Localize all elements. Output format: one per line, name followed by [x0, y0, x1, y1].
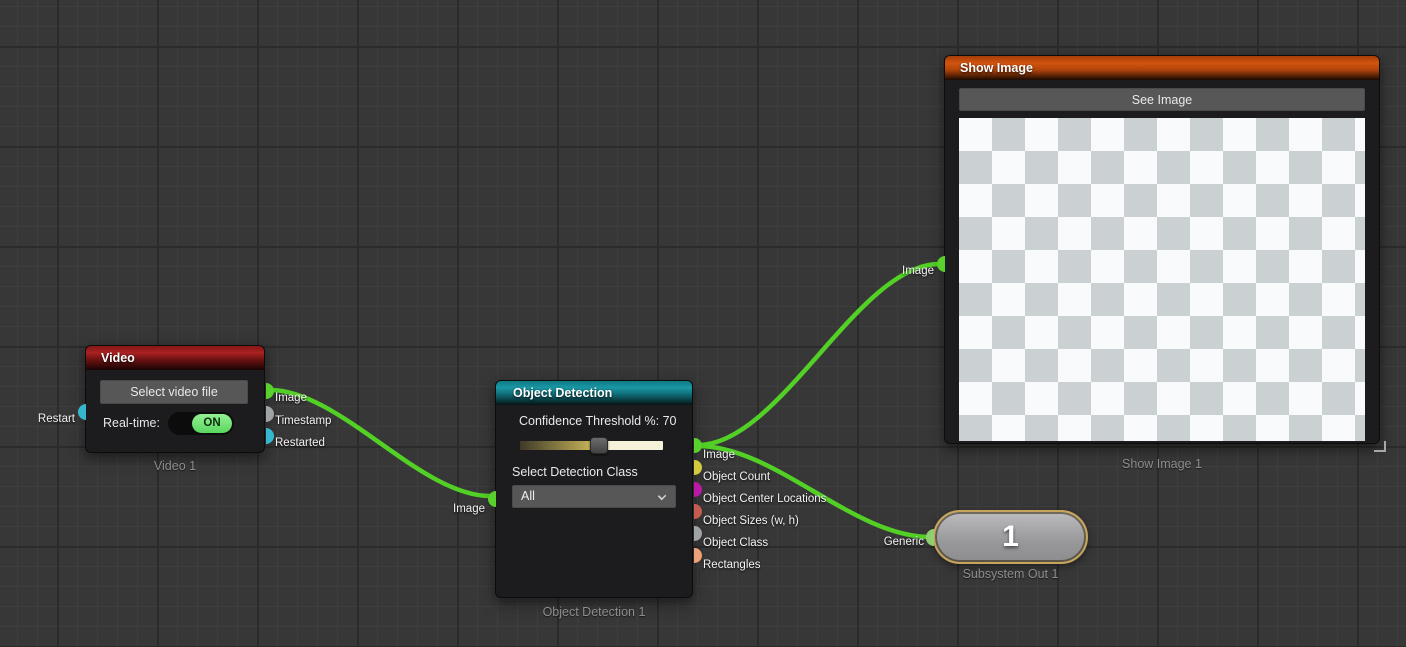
port-label-restart: Restart [38, 413, 75, 425]
image-preview-checkerboard [959, 118, 1365, 441]
realtime-toggle[interactable]: ON [168, 412, 234, 435]
confidence-slider[interactable] [520, 441, 663, 450]
port-label-generic: Generic [884, 536, 924, 548]
select-video-file-button[interactable]: Select video file [100, 380, 248, 404]
show-image-node-header[interactable]: Show Image [945, 56, 1379, 80]
node-video[interactable]: Video Select video file Real-time: ON Re… [85, 345, 265, 453]
port-label-restarted: Restarted [275, 437, 325, 449]
realtime-label: Real-time: [103, 416, 160, 430]
detection-class-value: All [521, 489, 535, 503]
node-object-detection[interactable]: Object Detection Confidence Threshold %:… [495, 380, 693, 598]
port-label-object-count: Object Count [703, 471, 770, 483]
confidence-slider-fill [520, 441, 599, 450]
node-resize-handle[interactable] [1374, 441, 1386, 452]
video-node-header[interactable]: Video [86, 346, 264, 370]
toggle-on-knob: ON [192, 414, 232, 433]
detection-class-dropdown[interactable]: All [512, 485, 676, 508]
node-editor-canvas[interactable]: Video Select video file Real-time: ON Re… [0, 0, 1406, 647]
port-label-image: Image [703, 449, 735, 461]
node-subsystem-out[interactable]: 1 Generic [933, 510, 1088, 564]
port-label-timestamp: Timestamp [275, 415, 331, 427]
detection-class-label: Select Detection Class [512, 465, 638, 479]
chevron-down-icon [658, 492, 666, 500]
show-image-node-caption: Show Image 1 [944, 457, 1380, 471]
confidence-slider-handle[interactable] [590, 437, 608, 454]
node-show-image[interactable]: Show Image See Image Image [944, 55, 1380, 444]
wire-detection-to-showimage[interactable] [698, 264, 939, 445]
port-label-image-input: Image [453, 503, 485, 515]
port-label-object-center-locations: Object Center Locations [703, 493, 826, 505]
port-generic-input[interactable] [926, 529, 934, 546]
video-node-caption: Video 1 [85, 459, 265, 473]
object-detection-node-header[interactable]: Object Detection [496, 381, 692, 405]
port-label-rectangles: Rectangles [703, 559, 761, 571]
port-label-object-class: Object Class [703, 537, 768, 549]
object-detection-node-caption: Object Detection 1 [495, 605, 693, 619]
see-image-button[interactable]: See Image [959, 88, 1365, 111]
port-label-object-sizes: Object Sizes (w, h) [703, 515, 799, 527]
port-label-image-input: Image [902, 265, 934, 277]
subsystem-out-value: 1 [935, 512, 1086, 562]
port-label-image: Image [275, 392, 307, 404]
subsystem-out-caption: Subsystem Out 1 [933, 567, 1088, 581]
confidence-threshold-label: Confidence Threshold %: 70 [519, 414, 693, 428]
